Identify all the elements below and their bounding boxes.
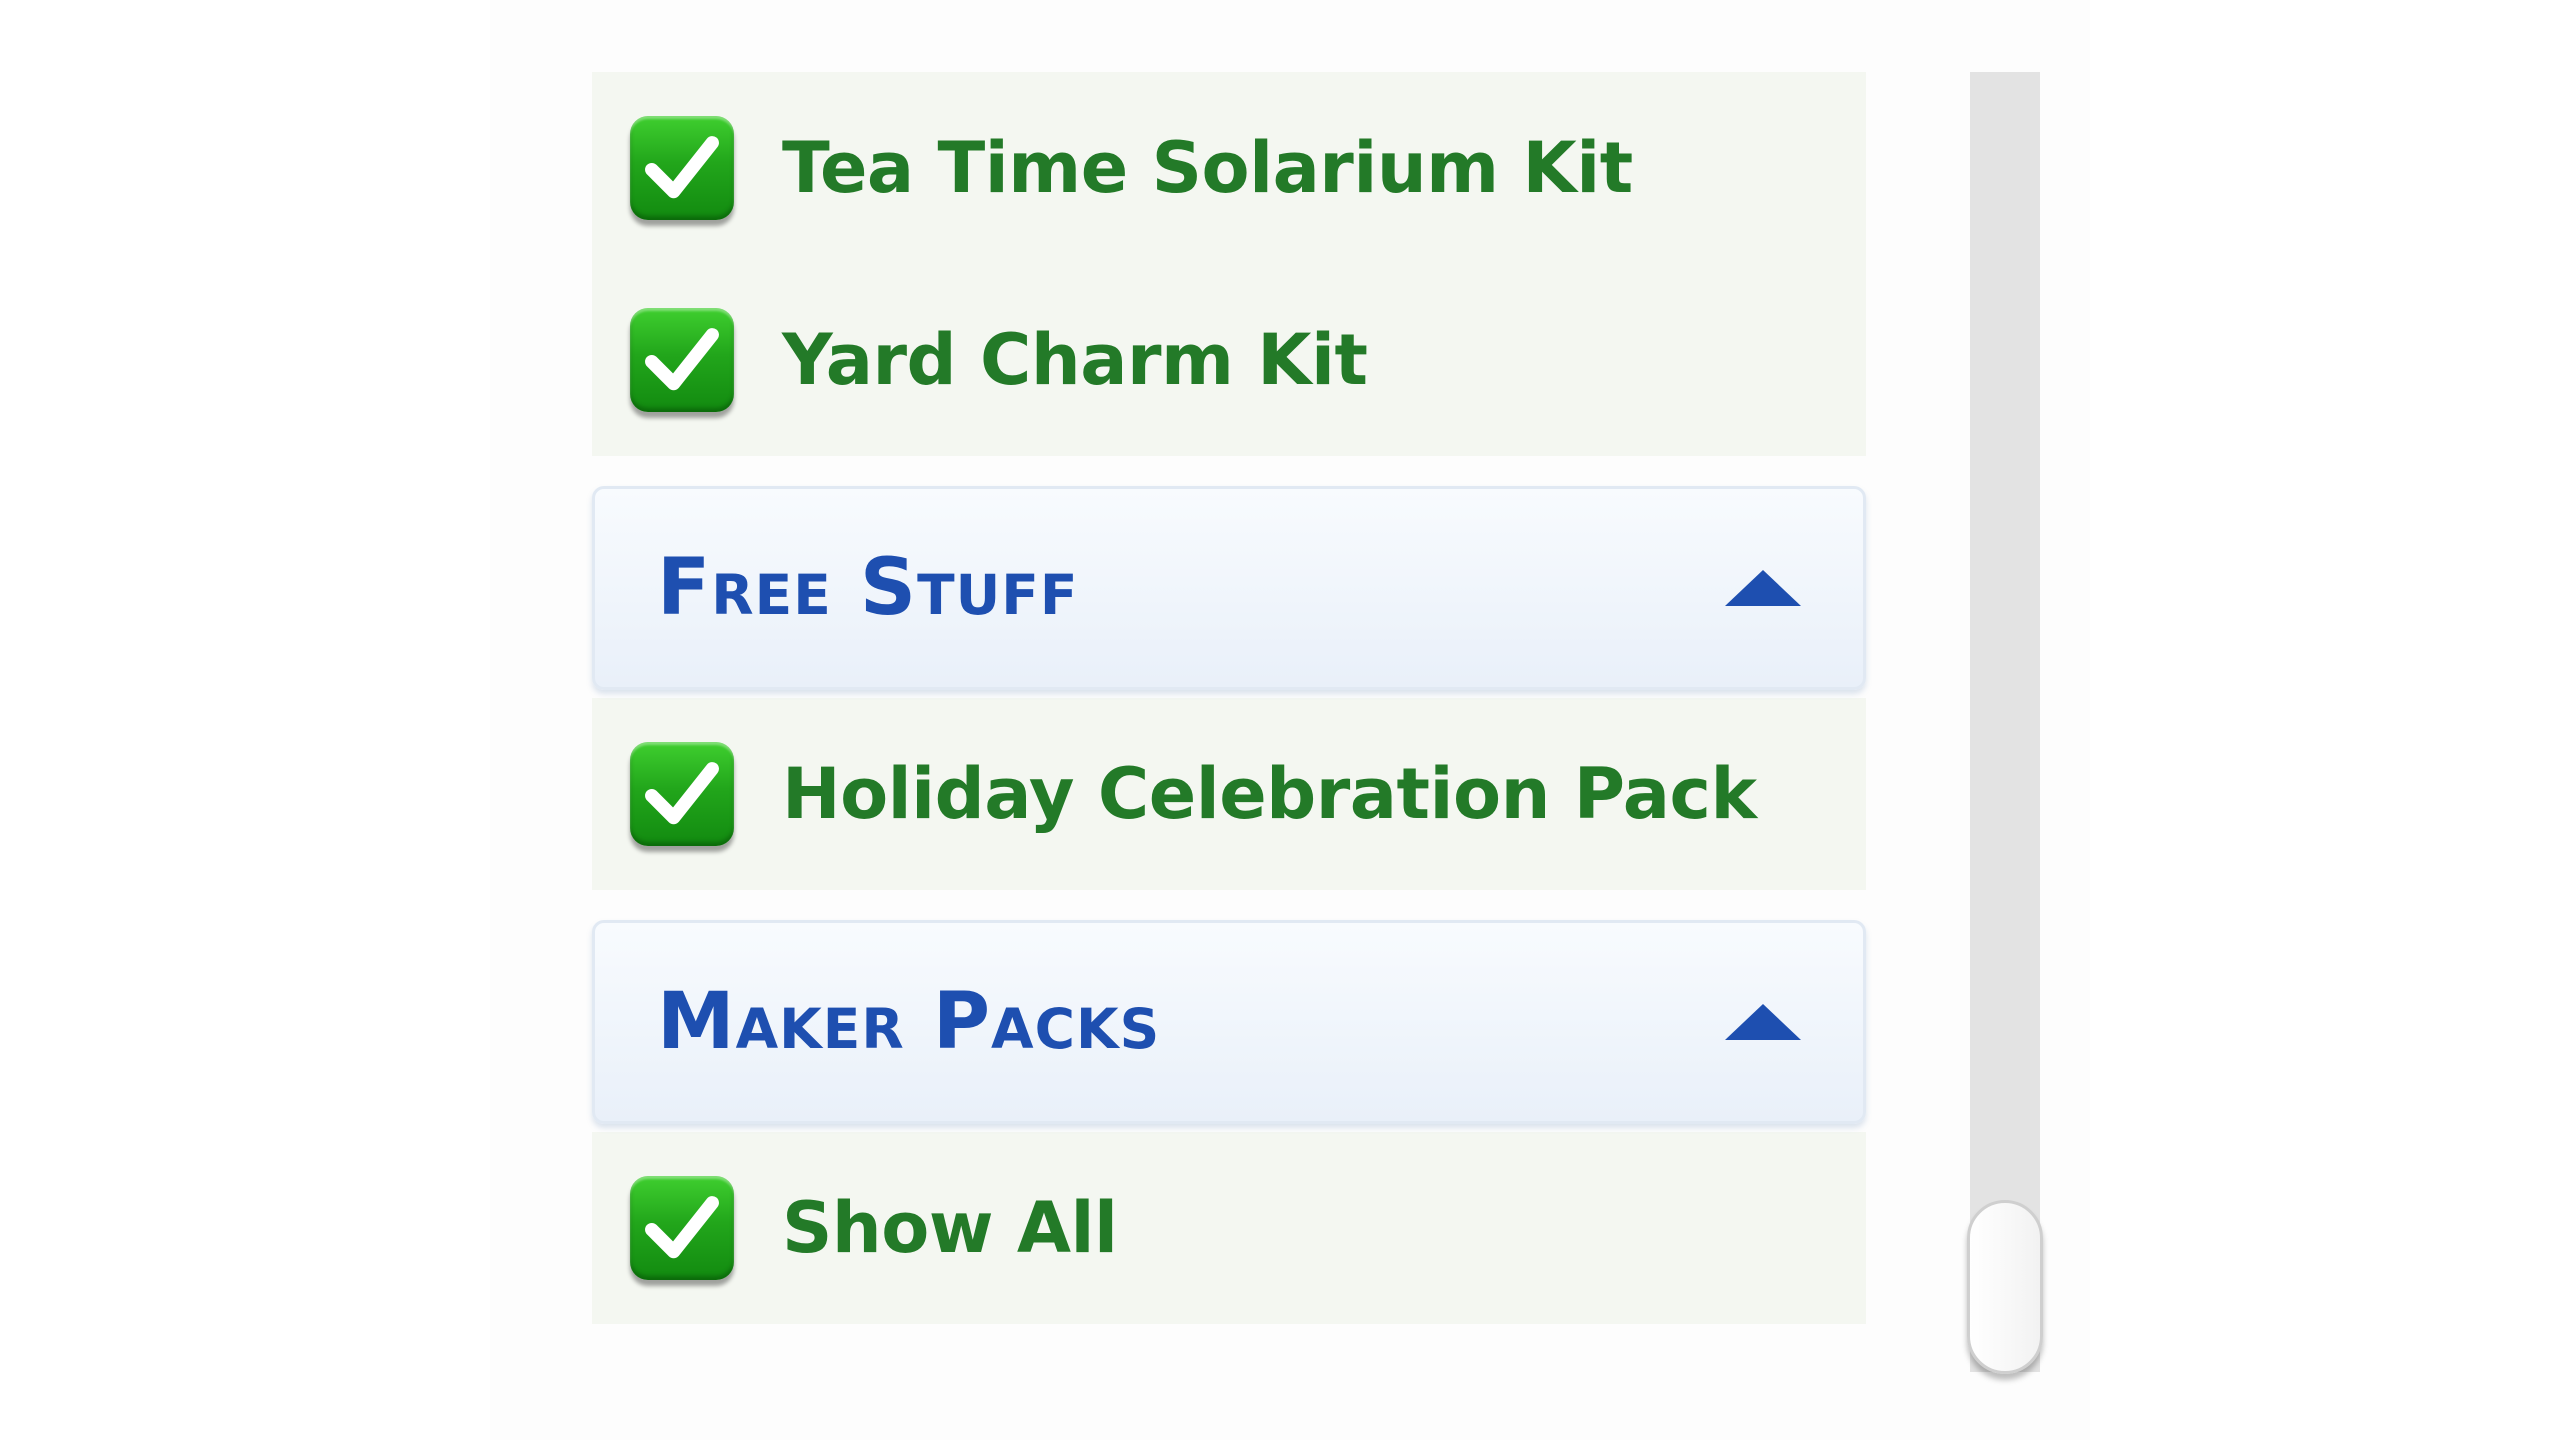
section-title: Free Stuff [657,543,1079,633]
scrollbar-thumb[interactable] [1967,1200,2043,1374]
scrollbar[interactable] [1967,72,2043,1374]
checkmark-icon [645,1196,719,1259]
checkbox-tea-time-solarium-kit[interactable] [630,116,734,220]
chevron-up-icon[interactable] [1723,568,1803,608]
section-title: Maker Packs [657,977,1161,1067]
checkmark-icon [645,328,719,391]
pack-items-group: Tea Time Solarium Kit Yard Charm Kit [592,72,1866,456]
list-item[interactable]: Tea Time Solarium Kit [592,72,1866,264]
checkmark-icon [645,762,719,825]
item-label: Holiday Celebration Pack [782,753,1757,835]
filter-panel-screen: Tea Time Solarium Kit Yard Charm Kit Fre… [0,0,2560,1440]
checkbox-holiday-celebration-pack[interactable] [630,742,734,846]
list-item[interactable]: Yard Charm Kit [592,264,1866,456]
list-item[interactable]: Holiday Celebration Pack [592,698,1866,890]
item-label: Tea Time Solarium Kit [782,127,1633,209]
free-stuff-items: Holiday Celebration Pack [592,698,1866,890]
scrollbar-track[interactable] [1970,72,2040,1372]
checkmark-icon [645,136,719,199]
item-label: Yard Charm Kit [782,319,1368,401]
item-label: Show All [782,1187,1118,1269]
section-header-free-stuff[interactable]: Free Stuff [592,486,1866,690]
checkbox-yard-charm-kit[interactable] [630,308,734,412]
maker-packs-items: Show All [592,1132,1866,1324]
list-item[interactable]: Show All [592,1132,1866,1324]
section-header-maker-packs[interactable]: Maker Packs [592,920,1866,1124]
chevron-up-icon[interactable] [1723,1002,1803,1042]
checkbox-show-all[interactable] [630,1176,734,1280]
pack-filter-list: Tea Time Solarium Kit Yard Charm Kit Fre… [592,72,1866,1324]
